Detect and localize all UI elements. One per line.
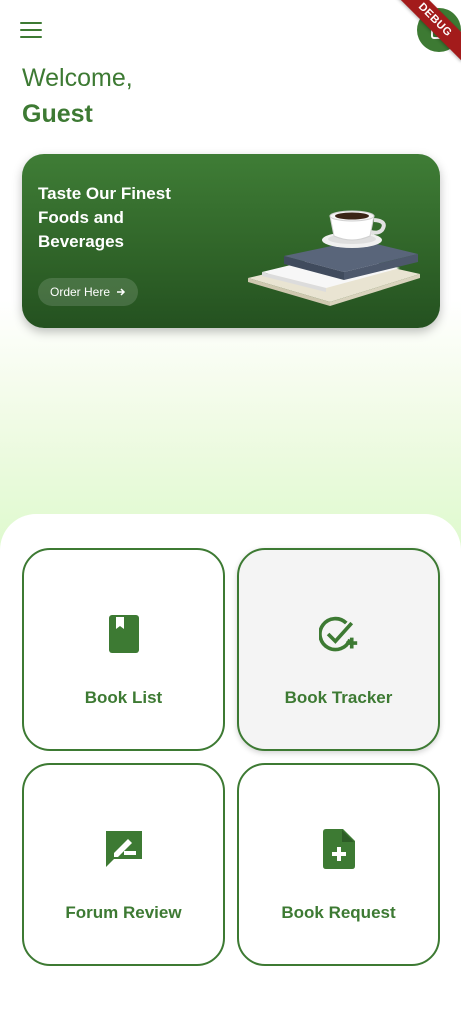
forum-review-label: Forum Review xyxy=(65,903,182,922)
book-tracker-label: Book Tracker xyxy=(284,688,393,707)
rate-review-icon xyxy=(104,829,144,869)
book-tracker-card[interactable]: Book Tracker xyxy=(237,548,440,751)
book-icon xyxy=(104,614,144,654)
order-button-label: Order Here xyxy=(50,285,111,299)
arrow-right-icon xyxy=(117,288,126,296)
book-request-label: Book Request xyxy=(281,903,396,922)
welcome-text: Welcome, xyxy=(22,64,133,92)
hamburger-menu-icon[interactable] xyxy=(18,20,44,40)
promo-banner: Taste Our Finest Foods and Beverages Ord… xyxy=(22,154,440,328)
note-add-icon xyxy=(319,829,359,869)
coffee-books-illustration xyxy=(248,210,420,306)
debug-banner: DEBUG xyxy=(391,0,461,70)
forum-review-card[interactable]: Forum Review xyxy=(22,763,225,966)
order-here-button[interactable]: Order Here xyxy=(38,278,139,306)
debug-label: DEBUG xyxy=(393,0,461,62)
book-list-card[interactable]: Book List xyxy=(22,548,225,751)
banner-title: Taste Our Finest Foods and Beverages xyxy=(38,184,171,251)
user-name: Guest xyxy=(22,100,93,128)
book-list-label: Book List xyxy=(84,688,163,707)
book-request-card[interactable]: Book Request xyxy=(237,763,440,966)
check-circle-plus-icon xyxy=(318,614,359,654)
